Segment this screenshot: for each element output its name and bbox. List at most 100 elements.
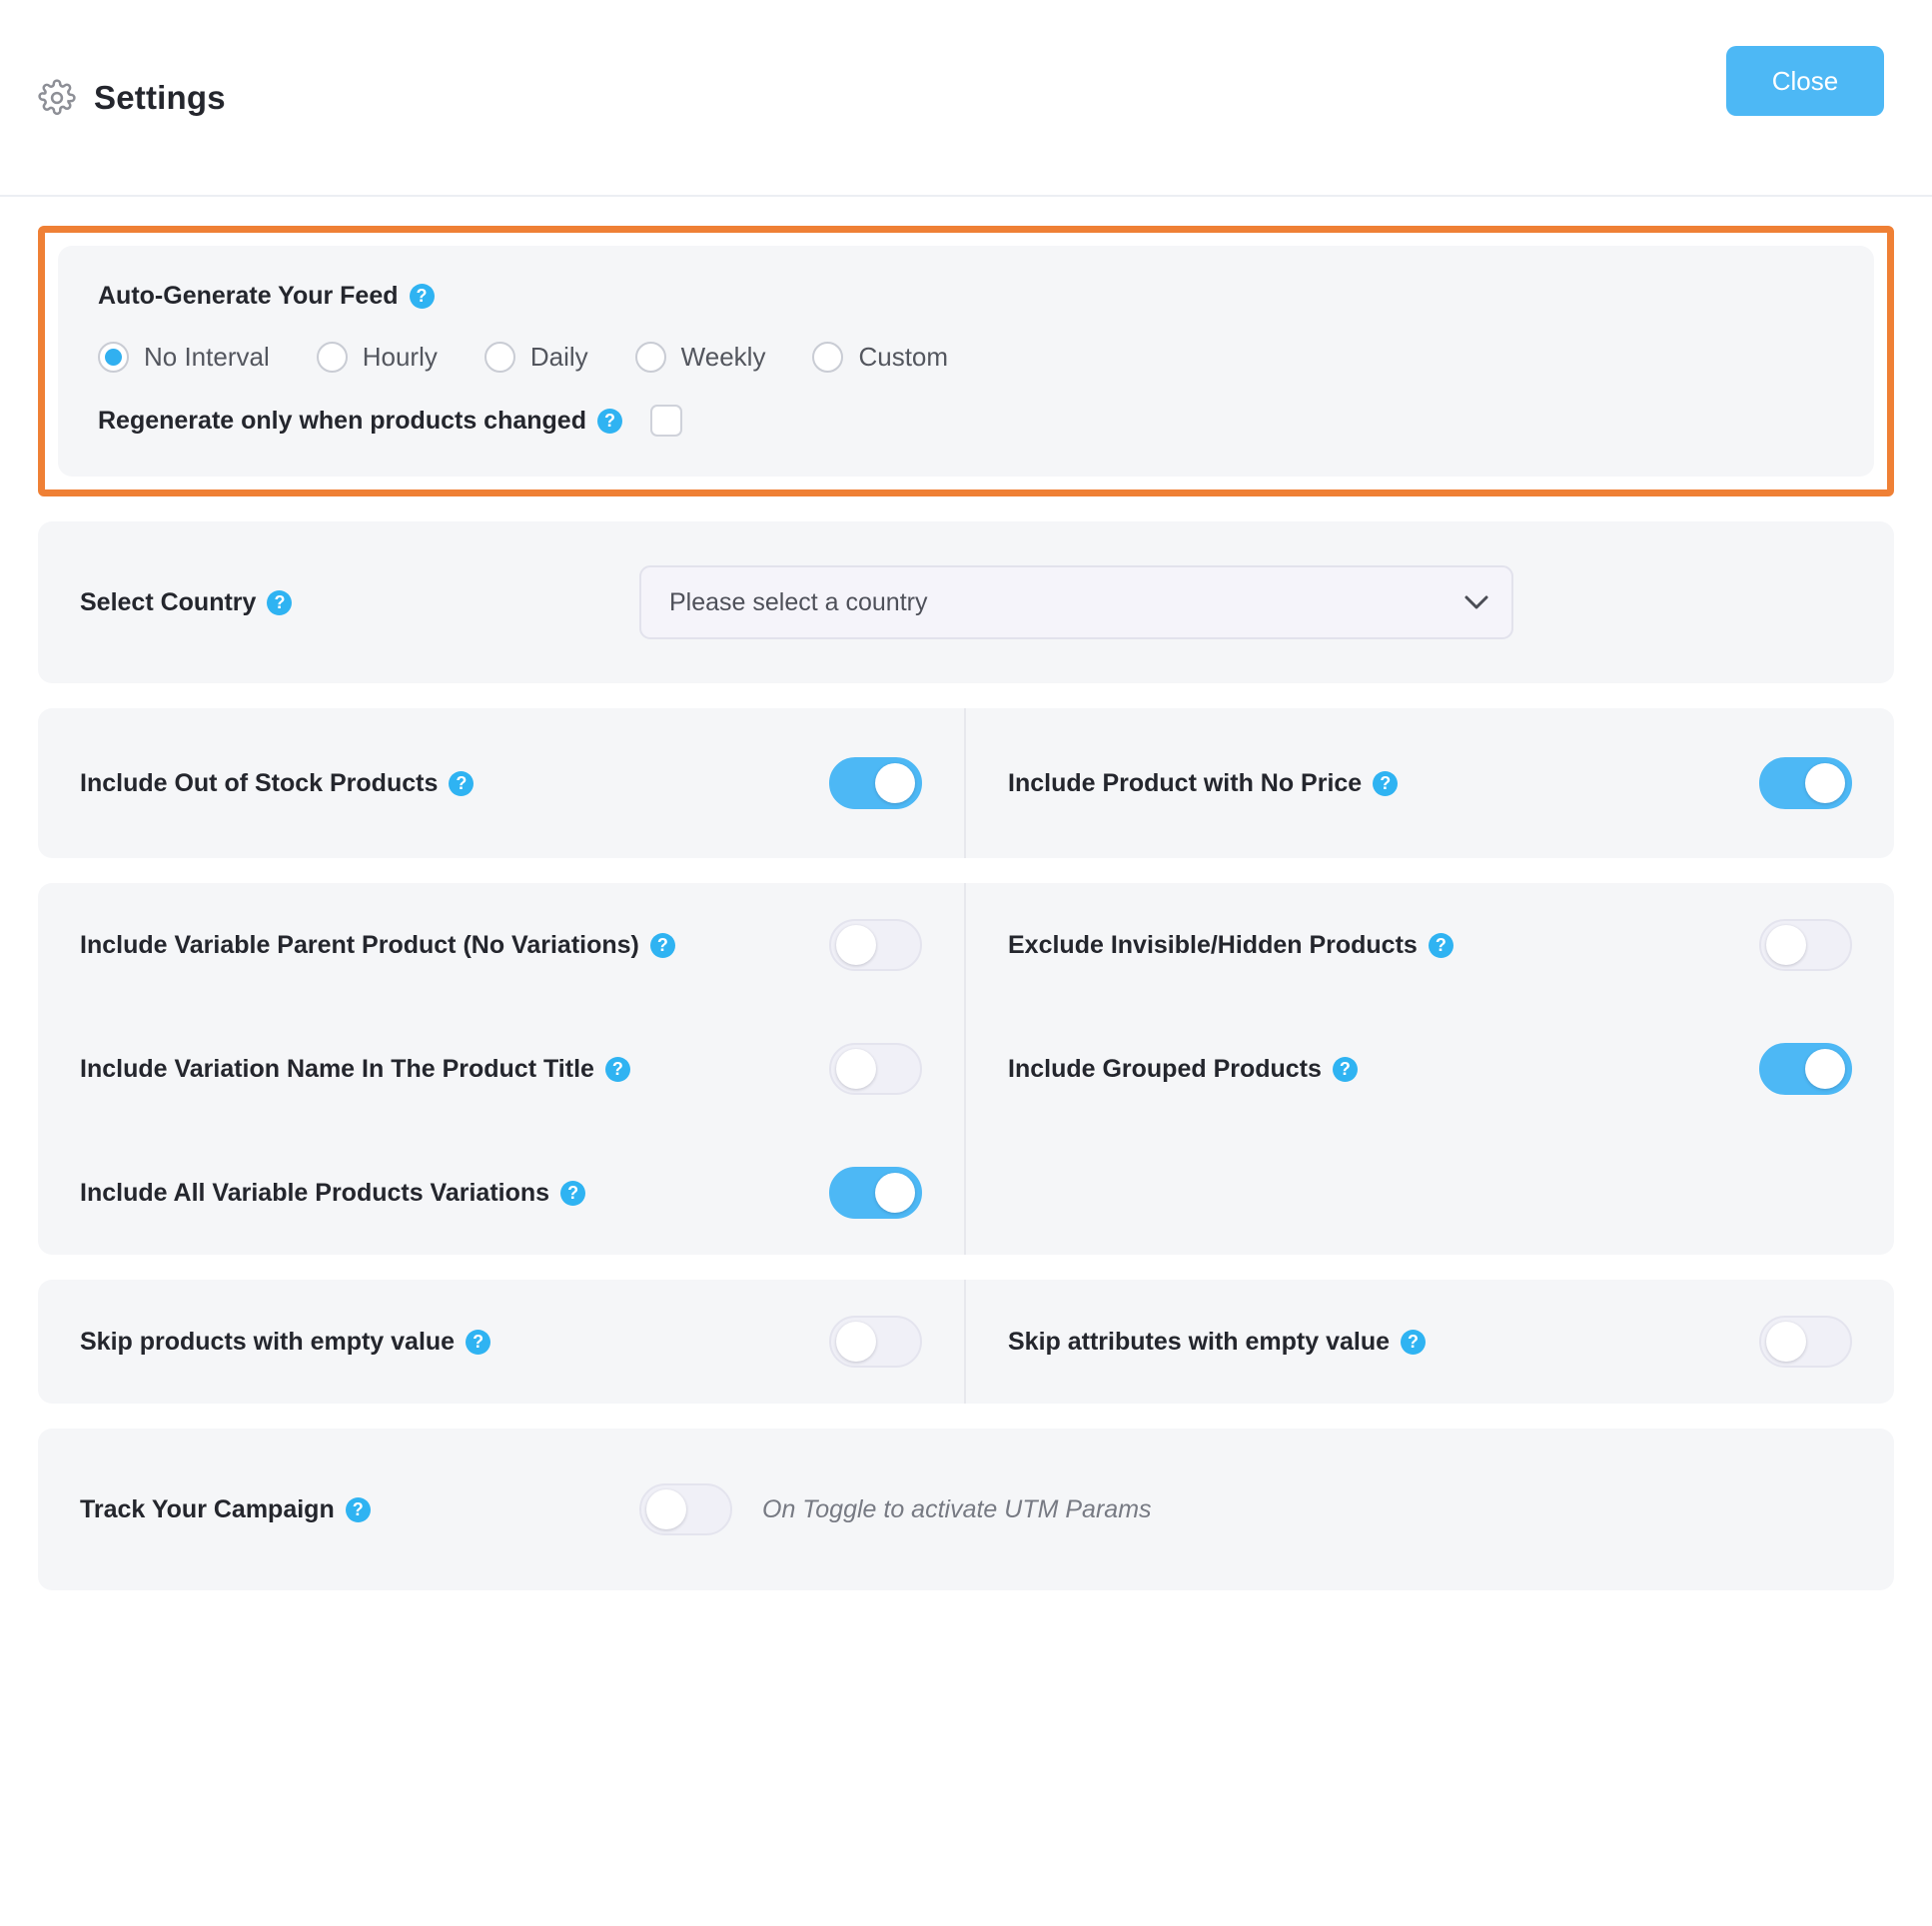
variations-panel: Include Variable Parent Product (No Vari… [38,883,1894,1255]
toggle-include-variable-parent[interactable] [829,919,922,971]
variations-right-spacer [1008,1131,1852,1255]
toggle-include-variation-name[interactable] [829,1043,922,1095]
radio-option-hourly[interactable]: Hourly [316,342,438,373]
help-icon-select-country[interactable]: ? [267,589,293,615]
toggle-row-include-variation-name: Include Variation Name In The Product Ti… [80,1007,922,1131]
autogen-highlight-box: Auto-Generate Your Feed ? No Interval Ho… [38,226,1894,496]
toggle-knob [875,1173,915,1213]
settings-content: Auto-Generate Your Feed ? No Interval Ho… [0,226,1932,1590]
country-select-wrap: Please select a country [639,565,1513,639]
select-country-label: Select Country [80,587,257,616]
track-campaign-label: Track Your Campaign [80,1494,335,1523]
radio-indicator[interactable] [316,342,348,373]
stock-price-panel: Include Out of Stock Products ? Include … [38,708,1894,858]
toggle-include-out-of-stock[interactable] [829,757,922,809]
include-out-of-stock-label-group: Include Out of Stock Products ? [80,768,475,798]
regenerate-label-group: Regenerate only when products changed ? [98,407,622,436]
page-header: Settings Close [0,0,1932,197]
toggle-row-skip-products-empty: Skip products with empty value ? [80,1280,922,1404]
toggle-row-include-no-price: Include Product with No Price ? [1008,708,1852,858]
skip-attributes-empty-label-group: Skip attributes with empty value ? [1008,1327,1427,1357]
select-country-label-wrap: Select Country ? [80,588,639,617]
toggle-knob [646,1489,686,1529]
radio-indicator[interactable] [483,342,515,373]
skip-attributes-empty-label: Skip attributes with empty value [1008,1327,1391,1356]
toggle-row-include-grouped: Include Grouped Products ? [1008,1007,1852,1131]
radio-option-custom[interactable]: Custom [812,342,948,373]
autogen-label: Auto-Generate Your Feed [98,282,399,310]
toggle-row-include-out-of-stock: Include Out of Stock Products ? [80,708,922,858]
help-icon-include-out-of-stock[interactable]: ? [449,770,475,796]
skip-products-empty-label: Skip products with empty value [80,1327,456,1356]
include-no-price-label-group: Include Product with No Price ? [1008,768,1399,798]
toggle-skip-products-empty[interactable] [829,1316,922,1368]
stock-panel-left-column: Include Out of Stock Products ? [38,708,966,858]
help-icon-include-grouped[interactable]: ? [1332,1056,1358,1082]
radio-option-no-interval[interactable]: No Interval [98,342,270,373]
radio-label: Hourly [362,342,438,372]
autogen-panel: Auto-Generate Your Feed ? No Interval Ho… [58,246,1874,477]
help-icon-regenerate[interactable]: ? [596,408,622,434]
include-grouped-label-group: Include Grouped Products ? [1008,1055,1358,1084]
close-button[interactable]: Close [1726,46,1884,116]
toggle-knob [836,1322,876,1362]
radio-indicator[interactable] [634,342,666,373]
track-campaign-toggle-area: On Toggle to activate UTM Params [639,1483,1152,1535]
variations-left-column: Include Variable Parent Product (No Vari… [38,883,966,1255]
radio-label: Daily [529,342,588,372]
help-icon-autogen[interactable]: ? [409,284,435,309]
regenerate-checkbox[interactable] [649,405,682,437]
toggle-include-no-price[interactable] [1759,757,1852,809]
help-icon-include-variation-name[interactable]: ? [604,1056,630,1082]
autogen-label-row: Auto-Generate Your Feed ? [98,282,435,311]
radio-indicator[interactable] [812,342,844,373]
select-country-panel: Select Country ? Please select a country [38,521,1894,683]
include-all-variations-label: Include All Variable Products Variations [80,1178,550,1207]
toggle-knob [1805,1049,1845,1089]
toggle-row-exclude-invisible: Exclude Invisible/Hidden Products ? [1008,883,1852,1007]
help-icon-exclude-invisible[interactable]: ? [1428,932,1453,958]
include-variable-parent-label: Include Variable Parent Product (No Vari… [80,930,639,959]
help-icon-skip-products-empty[interactable]: ? [466,1329,491,1355]
stock-panel-right-column: Include Product with No Price ? [966,708,1894,858]
toggle-row-skip-attributes-empty: Skip attributes with empty value ? [1008,1280,1852,1404]
radio-label: Custom [858,342,949,372]
skip-panel-left-column: Skip products with empty value ? [38,1280,966,1404]
toggle-knob [836,925,876,965]
include-out-of-stock-label: Include Out of Stock Products [80,768,439,797]
track-campaign-label-wrap: Track Your Campaign ? [80,1495,639,1524]
toggle-include-all-variations[interactable] [829,1167,922,1219]
regenerate-row: Regenerate only when products changed ? [98,405,1834,437]
include-no-price-label: Include Product with No Price [1008,768,1363,797]
toggle-include-grouped[interactable] [1759,1043,1852,1095]
toggle-track-campaign[interactable] [639,1483,732,1535]
help-icon-skip-attributes-empty[interactable]: ? [1401,1329,1427,1355]
radio-option-weekly[interactable]: Weekly [634,342,766,373]
variations-right-column: Exclude Invisible/Hidden Products ? Incl… [966,883,1894,1255]
toggle-knob [875,763,915,803]
radio-indicator[interactable] [98,342,129,373]
track-campaign-panel: Track Your Campaign ? On Toggle to activ… [38,1429,1894,1590]
help-icon-track-campaign[interactable]: ? [345,1496,371,1522]
include-variation-name-label: Include Variation Name In The Product Ti… [80,1054,594,1083]
autogen-interval-radio-group: No Interval Hourly Daily Weekly Custom [98,342,1834,373]
help-icon-include-all-variations[interactable]: ? [560,1180,586,1206]
help-icon-include-no-price[interactable]: ? [1373,770,1399,796]
help-icon-include-variable-parent[interactable]: ? [649,932,675,958]
toggle-row-include-variable-parent: Include Variable Parent Product (No Vari… [80,883,922,1007]
track-campaign-label-group: Track Your Campaign ? [80,1495,371,1524]
skip-empty-panel: Skip products with empty value ? Skip at… [38,1280,1894,1404]
toggle-exclude-invisible[interactable] [1759,919,1852,971]
radio-label: No Interval [144,342,270,372]
exclude-invisible-label: Exclude Invisible/Hidden Products [1008,930,1418,959]
radio-option-daily[interactable]: Daily [483,342,588,373]
regenerate-label: Regenerate only when products changed [98,406,586,435]
page-title: Settings [94,78,226,116]
include-grouped-label: Include Grouped Products [1008,1054,1322,1083]
country-select[interactable]: Please select a country [639,565,1513,639]
toggle-skip-attributes-empty[interactable] [1759,1316,1852,1368]
toggle-knob [1766,1322,1806,1362]
radio-label: Weekly [680,342,766,372]
gear-icon [38,78,76,117]
skip-products-empty-label-group: Skip products with empty value ? [80,1327,491,1357]
